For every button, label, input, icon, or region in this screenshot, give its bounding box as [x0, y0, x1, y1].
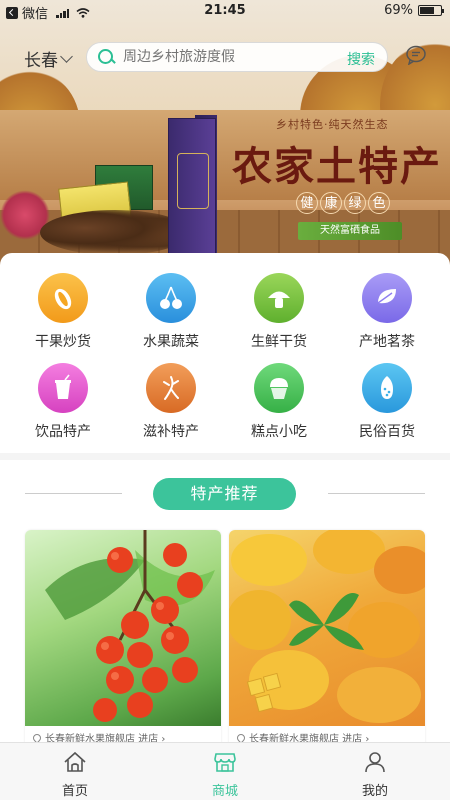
- banner-subtitle-char: 康: [320, 192, 342, 214]
- category-label: 水果蔬菜: [143, 334, 199, 350]
- cupcake-icon: [254, 363, 304, 413]
- banner-title: 农家土特产: [232, 143, 442, 190]
- category-pastries[interactable]: 糕点小吃: [229, 363, 329, 441]
- tab-home[interactable]: 首页: [0, 743, 150, 800]
- banner-subtitle-char: 绿: [344, 192, 366, 214]
- search-icon: [97, 48, 115, 66]
- drink-icon: [38, 363, 88, 413]
- clock: 21:45: [204, 3, 246, 18]
- category-tea[interactable]: 产地茗茶: [337, 273, 437, 351]
- divider: [328, 493, 425, 494]
- store-icon: [214, 753, 236, 772]
- tab-label: 商城: [211, 784, 238, 799]
- category-label: 民俗百货: [359, 424, 415, 440]
- category-label: 饮品特产: [35, 424, 91, 440]
- divider: [25, 493, 122, 494]
- banner-gift-box: [168, 118, 216, 260]
- mushroom-icon: [254, 273, 304, 323]
- tea-leaf-icon: [362, 273, 412, 323]
- banner-tagline: 乡村特色·纯天然生态: [276, 118, 389, 131]
- battery-percent: 69%: [384, 3, 413, 18]
- search-button[interactable]: 搜索: [347, 49, 375, 69]
- status-bar: 微信 21:45 69%: [0, 0, 450, 22]
- battery-icon: [418, 5, 444, 16]
- bottom-tab-bar: 首页 商城 我的: [0, 742, 450, 800]
- category-label: 糕点小吃: [251, 424, 307, 440]
- search-bar[interactable]: 搜索: [86, 42, 388, 72]
- nuts-icon: [38, 273, 88, 323]
- top-header: 长春 搜索: [0, 38, 450, 76]
- ginseng-icon: [146, 363, 196, 413]
- gourd-icon: [362, 363, 412, 413]
- user-icon: [365, 752, 385, 773]
- category-label: 产地茗茶: [359, 334, 415, 350]
- product-card[interactable]: 长春新鲜水果旗舰店 进店 ›: [229, 530, 425, 750]
- section-title: 特产推荐: [153, 478, 296, 510]
- cherries-photo: [25, 530, 221, 726]
- category-grid: 干果炒货 水果蔬菜 生鲜干货 产地茗茶 饮品特产 滋补特产 糕点小吃 民俗百货: [0, 253, 450, 453]
- banner-badge: 天然富硒食品: [298, 222, 402, 240]
- product-card[interactable]: 长春新鲜水果旗舰店 进店 ›: [25, 530, 221, 750]
- category-fresh-dried[interactable]: 生鲜干货: [229, 273, 329, 351]
- banner-subtitle: 健康绿色: [296, 192, 392, 214]
- category-label: 干果炒货: [35, 334, 91, 350]
- tab-store[interactable]: 商城: [150, 743, 300, 800]
- city-selector[interactable]: 长春: [24, 46, 73, 71]
- category-nuts[interactable]: 干果炒货: [13, 273, 113, 351]
- message-icon[interactable]: [405, 45, 427, 65]
- category-folk-goods[interactable]: 民俗百货: [337, 363, 437, 441]
- category-label: 生鲜干货: [251, 334, 307, 350]
- category-label: 滋补特产: [143, 424, 199, 440]
- category-tonic[interactable]: 滋补特产: [121, 363, 221, 441]
- category-drinks[interactable]: 饮品特产: [13, 363, 113, 441]
- mangoes-photo: [229, 530, 425, 726]
- banner-subtitle-char: 健: [296, 192, 318, 214]
- search-input[interactable]: [123, 49, 323, 65]
- category-fruits-vegetables[interactable]: 水果蔬菜: [121, 273, 221, 351]
- tab-profile[interactable]: 我的: [300, 743, 450, 800]
- chevron-down-icon: [60, 49, 73, 63]
- cherry-icon: [146, 273, 196, 323]
- home-icon: [64, 751, 86, 772]
- city-label: 长春: [24, 51, 58, 71]
- banner-subtitle-char: 色: [368, 192, 390, 214]
- tab-label: 我的: [361, 784, 388, 799]
- tab-label: 首页: [61, 784, 88, 799]
